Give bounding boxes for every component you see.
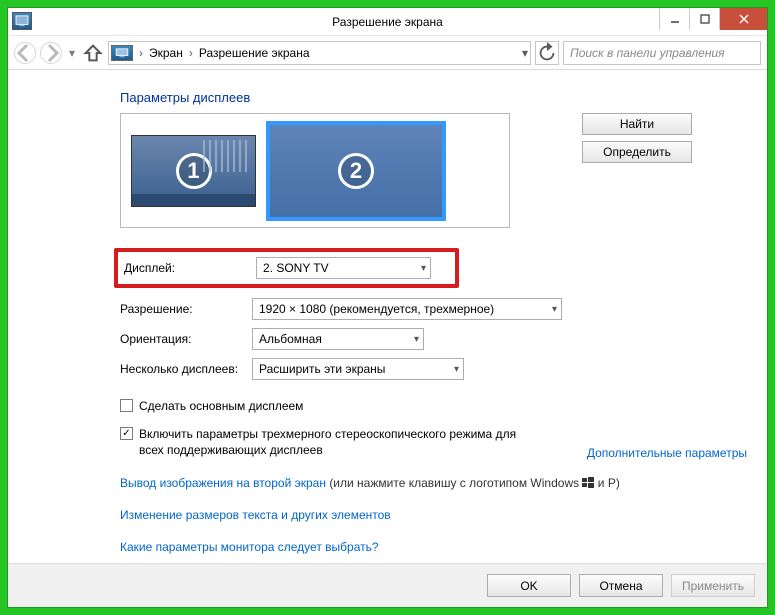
forward-button[interactable] [40, 42, 62, 64]
cancel-button[interactable]: Отмена [579, 574, 663, 597]
second-screen-hint2: и P) [598, 476, 620, 490]
recent-dropdown[interactable]: ▾ [66, 46, 78, 60]
address-bar[interactable]: › Экран › Разрешение экрана ▾ [108, 41, 531, 65]
monitor-2-selected[interactable]: 2 [266, 121, 446, 221]
window-frame: Разрешение экрана ▾ › Экран › Разрешение… [7, 7, 768, 608]
display-row-highlighted: Дисплей: 2. SONY TV▾ [114, 248, 459, 288]
second-screen-hint: (или нажмите клавишу с логотипом Windows [329, 476, 582, 490]
section-title: Параметры дисплеев [120, 90, 747, 105]
display-icon [111, 45, 133, 61]
search-input[interactable]: Поиск в панели управления [563, 41, 761, 65]
chevron-down-icon[interactable]: ▾ [522, 46, 528, 60]
titlebar[interactable]: Разрешение экрана [8, 8, 767, 36]
windows-logo-icon [582, 476, 594, 488]
advanced-link[interactable]: Дополнительные параметры [587, 446, 747, 460]
breadcrumb-part[interactable]: Разрешение экрана [199, 46, 310, 60]
stereo-checkbox[interactable] [120, 427, 133, 440]
back-button[interactable] [14, 42, 36, 64]
monitor-1[interactable]: 1 [131, 135, 256, 207]
which-params-link[interactable]: Какие параметры монитора следует выбрать… [120, 540, 379, 554]
chevron-right-icon: › [139, 46, 143, 60]
main-content: Параметры дисплеев 1 2 Найти Определить … [8, 70, 767, 563]
app-icon [12, 12, 32, 30]
text-size-link[interactable]: Изменение размеров текста и других элеме… [120, 508, 391, 522]
chevron-right-icon: › [189, 46, 193, 60]
multiple-label: Несколько дисплеев: [120, 362, 252, 376]
orientation-label: Ориентация: [120, 332, 252, 346]
breadcrumb-part[interactable]: Экран [149, 46, 183, 60]
multiple-displays-select[interactable]: Расширить эти экраны▾ [252, 358, 464, 380]
minimize-button[interactable] [659, 8, 689, 30]
main-display-checkbox-label: Сделать основным дисплеем [139, 398, 303, 414]
search-placeholder: Поиск в панели управления [570, 46, 725, 60]
window-title: Разрешение экрана [332, 15, 443, 29]
window-controls [659, 8, 767, 30]
main-display-checkbox[interactable] [120, 399, 133, 412]
identify-button[interactable]: Определить [582, 141, 692, 163]
stereo-checkbox-label: Включить параметры трехмерного стереоско… [139, 426, 539, 458]
display-preview[interactable]: 1 2 [120, 113, 510, 228]
resolution-label: Разрешение: [120, 302, 252, 316]
maximize-button[interactable] [689, 8, 719, 30]
detect-button[interactable]: Найти [582, 113, 692, 135]
display-label: Дисплей: [124, 261, 256, 275]
resolution-select[interactable]: 1920 × 1080 (рекомендуется, трехмерное)▾ [252, 298, 562, 320]
ok-button[interactable]: OK [487, 574, 571, 597]
button-bar: OK Отмена Применить [8, 563, 767, 607]
refresh-button[interactable] [535, 41, 559, 65]
orientation-select[interactable]: Альбомная▾ [252, 328, 424, 350]
up-button[interactable] [82, 42, 104, 64]
apply-button[interactable]: Применить [671, 574, 755, 597]
nav-toolbar: ▾ › Экран › Разрешение экрана ▾ Поиск в … [8, 36, 767, 70]
display-select[interactable]: 2. SONY TV▾ [256, 257, 431, 279]
second-screen-link[interactable]: Вывод изображения на второй экран [120, 476, 326, 490]
close-button[interactable] [719, 8, 767, 30]
